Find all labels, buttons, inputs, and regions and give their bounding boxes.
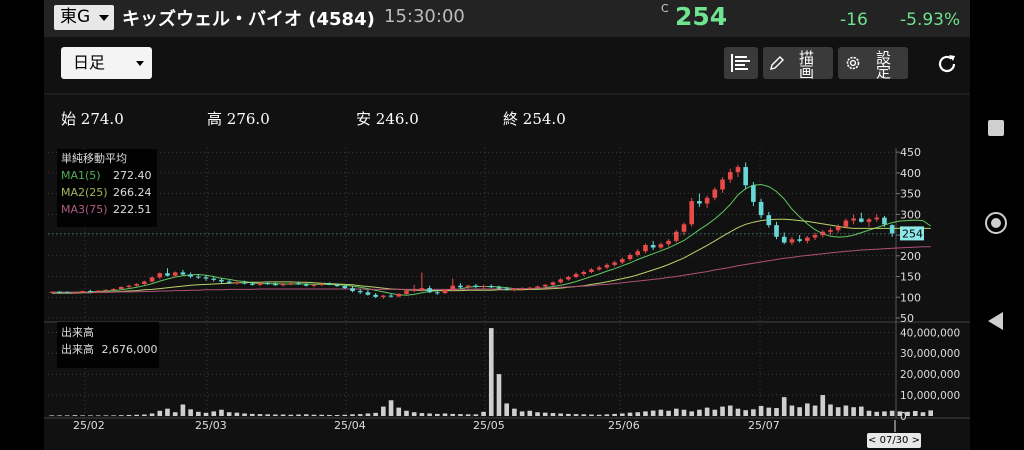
volume-legend-row: 出来高 2,676,000: [61, 343, 158, 356]
ma-legend-title: 単純移動平均: [61, 152, 127, 165]
home-dot-icon: [991, 218, 1001, 228]
refresh-icon[interactable]: [935, 52, 959, 76]
back-nav-button[interactable]: [988, 312, 1003, 330]
bars-icon: [731, 54, 750, 72]
volume-legend: 出来高 出来高 2,676,000: [57, 322, 159, 368]
home-nav-button[interactable]: [985, 212, 1007, 234]
pencil-icon: [770, 56, 784, 70]
ohlc-high: 高 276.0: [207, 110, 270, 128]
close-mark: C: [661, 2, 669, 15]
stock-title: キッズウェル・バイオ (4584): [122, 9, 375, 30]
update-time: 15:30:00: [384, 6, 465, 27]
ma1-row: MA1(5) 272.40: [61, 169, 152, 182]
settings-label: 設定: [876, 49, 892, 80]
price-change-percent: -5.93%: [900, 10, 961, 30]
market-label: 東G: [60, 7, 91, 27]
volume-legend-title: 出来高: [61, 326, 94, 339]
ohlc-open: 始 274.0: [61, 110, 124, 128]
date-navigator[interactable]: < 07/30 >: [867, 433, 921, 448]
settings-button[interactable]: 設定: [838, 47, 908, 79]
overview-nav-button[interactable]: [988, 120, 1004, 136]
ma2-row: MA2(25) 266.24: [61, 186, 152, 199]
gear-icon: [846, 56, 860, 70]
ohlc-low: 安 246.0: [356, 110, 419, 128]
current-price: 254: [675, 2, 728, 31]
period-selector[interactable]: 日足: [61, 47, 152, 79]
caret-down-icon: [99, 15, 109, 21]
ma-legend: 単純移動平均 MA1(5) 272.40 MA2(25) 266.24 MA3(…: [57, 149, 157, 227]
draw-label: 描画: [799, 49, 815, 80]
market-selector[interactable]: 東G: [54, 5, 114, 30]
period-label: 日足: [73, 53, 106, 72]
draw-button[interactable]: 描画: [763, 47, 833, 79]
ohlc-close: 終 254.0: [503, 110, 566, 128]
caret-down-icon: [136, 61, 144, 66]
indicator-button[interactable]: [724, 47, 758, 79]
ma3-row: MA3(75) 222.51: [61, 203, 152, 216]
price-change: -16: [840, 10, 868, 30]
